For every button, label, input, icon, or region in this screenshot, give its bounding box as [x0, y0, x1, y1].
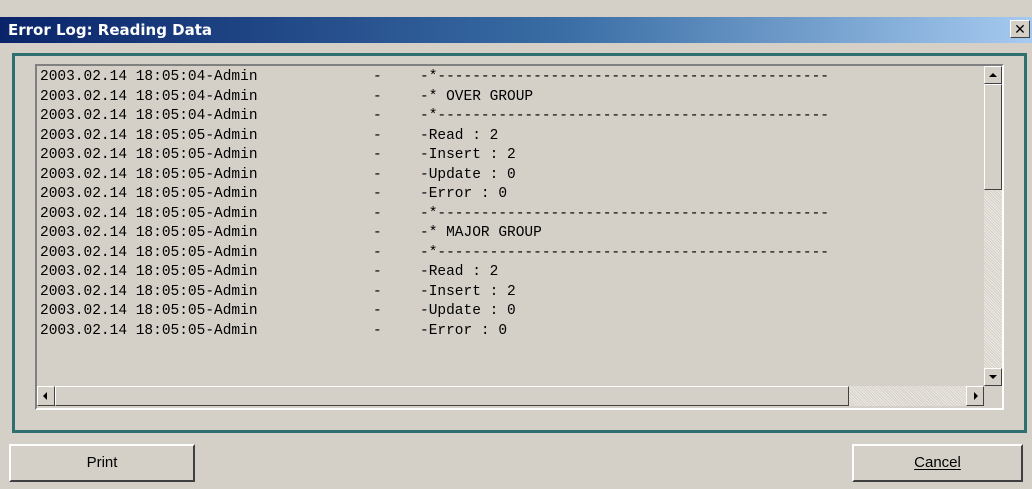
arrow-down-icon: [989, 375, 997, 379]
close-button[interactable]: ✕: [1010, 20, 1030, 38]
log-timestamp: 2003.02.14 18:05:05-Admin: [40, 303, 258, 319]
log-separator: -: [373, 303, 382, 319]
log-timestamp: 2003.02.14 18:05:05-Admin: [40, 147, 258, 163]
log-timestamp: 2003.02.14 18:05:05-Admin: [40, 225, 258, 241]
log-separator: -: [373, 244, 382, 261]
scroll-down-button[interactable]: [984, 368, 1002, 386]
log-timestamp: 2003.02.14 18:05:04-Admin: [40, 69, 258, 85]
error-log-window: Error Log: Reading Data ✕ 2003.02.14 18:…: [0, 0, 1032, 489]
log-timestamp: 2003.02.14 18:05:04-Admin: [40, 88, 258, 105]
log-message: -*--------------------------------------…: [420, 69, 829, 85]
arrow-left-icon: [43, 392, 47, 400]
log-message: -* OVER GROUP: [420, 88, 534, 105]
log-timestamp: 2003.02.14 18:05:05-Admin: [40, 186, 258, 202]
log-separator: -: [373, 108, 382, 124]
log-separator: -: [373, 264, 382, 280]
log-rows: 2003.02.14 18:05:04-Admin - -*------------…: [37, 66, 984, 385]
log-message: -*--------------------------------------…: [420, 205, 829, 222]
log-separator: -: [373, 322, 382, 339]
log-message: -*--------------------------------------…: [420, 108, 829, 124]
print-button[interactable]: Print: [9, 444, 195, 482]
log-listbox[interactable]: 2003.02.14 18:05:04-Admin - -*------------…: [35, 64, 1004, 410]
log-message: -Update : 0: [420, 303, 516, 319]
log-timestamp: 2003.02.14 18:05:05-Admin: [40, 244, 258, 261]
cancel-button[interactable]: Cancel: [852, 444, 1023, 482]
log-frame: 2003.02.14 18:05:04-Admin - -*------------…: [12, 53, 1027, 433]
log-timestamp: 2003.02.14 18:05:05-Admin: [40, 166, 258, 183]
log-separator: -: [373, 205, 382, 222]
window-title: Error Log: Reading Data: [8, 21, 213, 39]
log-message: -Error : 0: [420, 322, 508, 339]
log-separator: -: [373, 283, 382, 300]
scrollbar-corner: [984, 386, 1002, 406]
log-timestamp: 2003.02.14 18:05:05-Admin: [40, 322, 258, 339]
horizontal-scrollbar[interactable]: [37, 386, 984, 406]
log-timestamp: 2003.02.14 18:05:05-Admin: [40, 264, 258, 280]
log-message: -Insert : 2: [420, 283, 516, 300]
log-message: -Error : 0: [420, 186, 508, 202]
scroll-right-button[interactable]: [966, 386, 984, 406]
log-separator: -: [373, 147, 382, 163]
scroll-up-button[interactable]: [984, 66, 1002, 84]
log-message: -Read : 2: [420, 264, 499, 280]
arrow-right-icon: [974, 392, 978, 400]
scroll-left-button[interactable]: [37, 386, 55, 406]
vertical-scrollbar[interactable]: [984, 66, 1002, 386]
log-message: -Read : 2: [420, 127, 499, 144]
log-separator: -: [373, 127, 382, 144]
vertical-scroll-thumb[interactable]: [984, 84, 1002, 190]
log-timestamp: 2003.02.14 18:05:05-Admin: [40, 205, 258, 222]
title-bar[interactable]: Error Log: Reading Data ✕: [0, 17, 1032, 43]
log-message: -* MAJOR GROUP: [420, 225, 542, 241]
log-separator: -: [373, 69, 382, 85]
log-message: -*--------------------------------------…: [420, 244, 829, 261]
log-message: -Insert : 2: [420, 147, 516, 163]
print-button-label: Print: [86, 454, 118, 471]
log-separator: -: [373, 186, 382, 202]
horizontal-scroll-thumb[interactable]: [55, 386, 849, 406]
log-timestamp: 2003.02.14 18:05:04-Admin: [40, 108, 258, 124]
log-separator: -: [373, 88, 382, 105]
log-separator: -: [373, 166, 382, 183]
cancel-button-label: Cancel: [914, 454, 961, 471]
log-separator: -: [373, 225, 382, 241]
log-timestamp: 2003.02.14 18:05:05-Admin: [40, 127, 258, 144]
log-message: -Update : 0: [420, 166, 516, 183]
log-timestamp: 2003.02.14 18:05:05-Admin: [40, 283, 258, 300]
arrow-up-icon: [989, 73, 997, 77]
close-icon: ✕: [1014, 22, 1026, 38]
